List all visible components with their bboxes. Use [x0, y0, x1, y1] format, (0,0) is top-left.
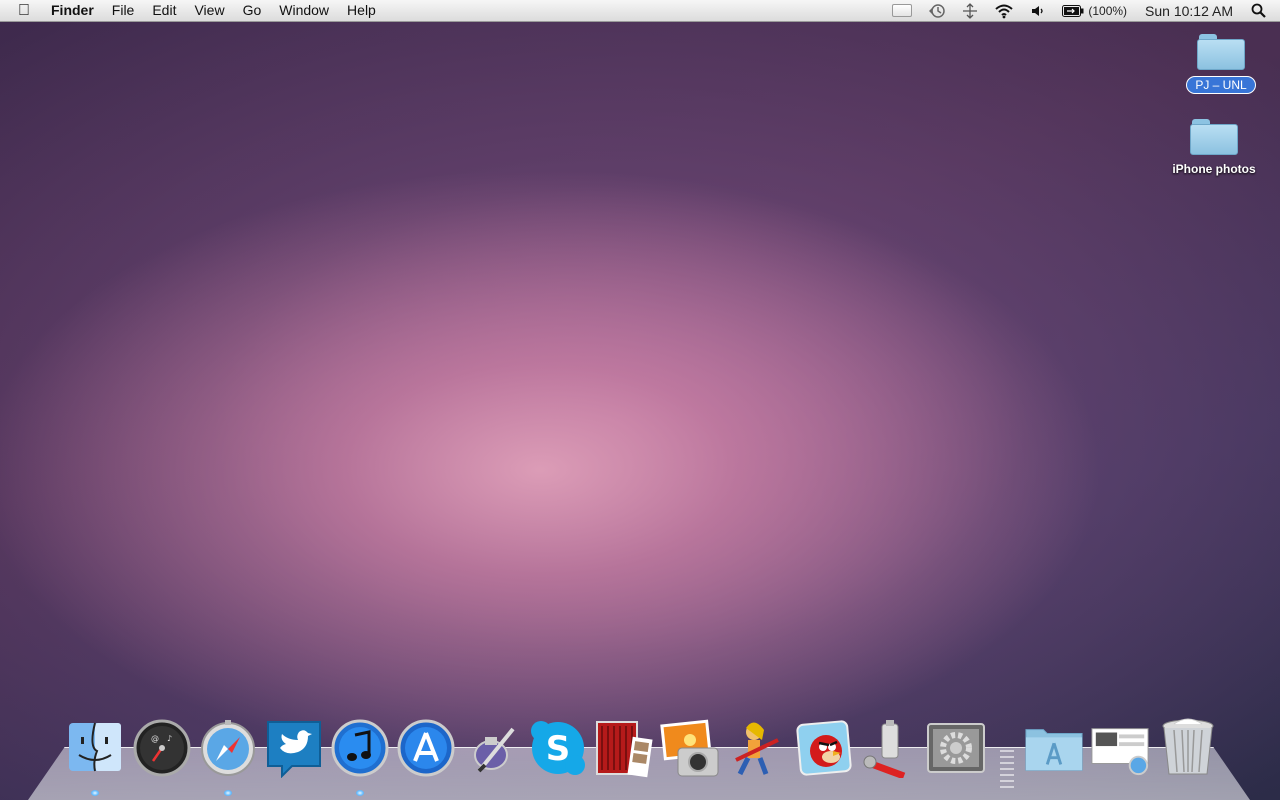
- iphoto-icon[interactable]: [660, 718, 720, 778]
- trash-icon[interactable]: [1158, 718, 1218, 778]
- desktop-folder-iphone-photos[interactable]: iPhone photos: [1159, 119, 1269, 178]
- menu-bar:  Finder File Edit View Go Window Help (…: [0, 0, 1280, 22]
- app-menu-finder[interactable]: Finder: [42, 0, 103, 21]
- apple-menu-icon[interactable]: : [0, 0, 42, 21]
- running-indicator-itunes: [356, 790, 364, 796]
- desktop-folder-pj-unl[interactable]: PJ – UNL: [1166, 34, 1276, 94]
- battery-status[interactable]: (100%): [1054, 4, 1135, 18]
- pen-ink-icon[interactable]: [464, 718, 524, 778]
- status-area: (100%) Sun 10:12 AM: [884, 0, 1280, 21]
- bluetooth-sync-icon[interactable]: [954, 2, 986, 19]
- svg-text:@: @: [151, 734, 159, 743]
- menu-clock[interactable]: Sun 10:12 AM: [1135, 3, 1243, 19]
- desktop-icon-label: iPhone photos: [1172, 162, 1256, 176]
- menu-window[interactable]: Window: [270, 0, 338, 21]
- applications-folder-icon[interactable]: [1024, 718, 1084, 778]
- desktop-icon-label: PJ – UNL: [1186, 76, 1256, 94]
- menu-file[interactable]: File: [103, 0, 144, 21]
- running-indicator-finder: [91, 790, 99, 796]
- utilities-icon[interactable]: [860, 718, 920, 778]
- battery-icon: [1062, 4, 1084, 17]
- spotlight-search-icon[interactable]: [1243, 3, 1280, 18]
- twitter-icon[interactable]: [264, 718, 324, 778]
- dock-separator: [1000, 750, 1014, 792]
- time-machine-icon[interactable]: [920, 3, 954, 19]
- finder-icon[interactable]: [65, 718, 125, 778]
- dashboard-icon[interactable]: @ ♪: [132, 718, 192, 778]
- folder-icon: [1197, 34, 1245, 70]
- battery-percent: (100%): [1088, 3, 1128, 18]
- app-store-icon[interactable]: [396, 718, 456, 778]
- notification-box-icon[interactable]: [884, 4, 920, 17]
- downloads-stack-icon[interactable]: [1090, 718, 1150, 778]
- menu-view[interactable]: View: [185, 0, 233, 21]
- skype-icon[interactable]: S: [528, 718, 588, 778]
- angry-birds-icon[interactable]: [794, 718, 854, 778]
- menu-edit[interactable]: Edit: [143, 0, 185, 21]
- volume-icon[interactable]: [1022, 3, 1054, 19]
- folder-icon: [1190, 119, 1238, 155]
- svg-text:♪: ♪: [167, 734, 172, 743]
- guitar-hero-icon[interactable]: [726, 718, 786, 778]
- svg-text:S: S: [546, 729, 571, 769]
- menu-go[interactable]: Go: [234, 0, 271, 21]
- running-indicator-safari: [224, 790, 232, 796]
- system-preferences-icon[interactable]: [926, 718, 986, 778]
- photo-booth-icon[interactable]: [594, 718, 654, 778]
- itunes-icon[interactable]: [330, 718, 390, 778]
- wifi-icon[interactable]: [986, 3, 1022, 19]
- menu-help[interactable]: Help: [338, 0, 385, 21]
- safari-icon[interactable]: [198, 718, 258, 778]
